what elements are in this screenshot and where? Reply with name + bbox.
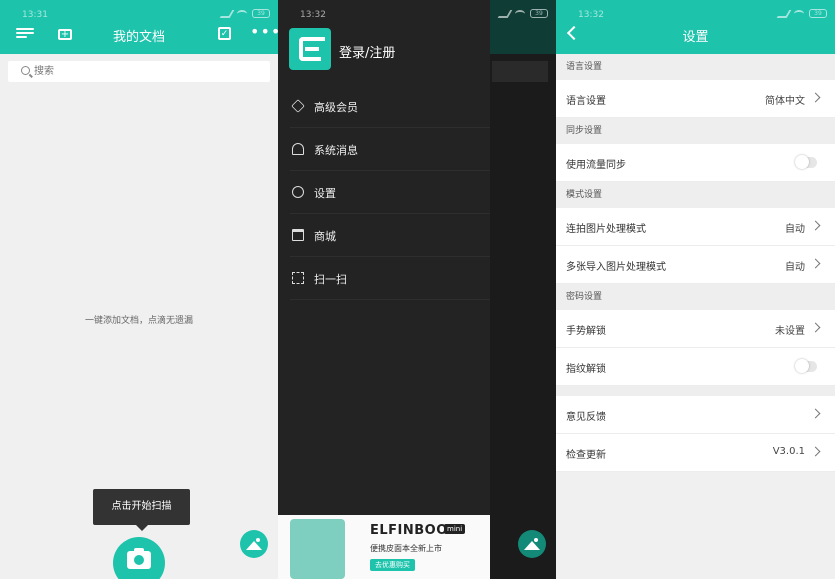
settings-screen: 设置 13:32 39 语言设置 语言设置 简体中文 同步设置 使用流量同步 模…: [556, 0, 835, 579]
menu-item-messages[interactable]: 系统消息: [290, 128, 490, 171]
setting-label: 手势解锁: [566, 326, 606, 337]
section-header: 模式设置: [556, 182, 835, 208]
ad-subtitle: 便携皮面本全新上市: [370, 544, 442, 553]
drawer-menu: 高级会员 系统消息 设置 商城 扫一扫: [278, 85, 490, 300]
battery-icon: 39: [530, 9, 548, 18]
ad-badge: mini: [444, 524, 466, 534]
documents-screen: + 我的文档 ✓ ••• 13:31 39 一键添加文档，点滴无遗漏 点击开始扫…: [0, 0, 278, 579]
scan-icon: [292, 272, 304, 284]
setting-value: 未设置: [775, 326, 805, 337]
setting-feedback[interactable]: 意见反馈: [556, 396, 835, 434]
setting-mobile-data-sync: 使用流量同步: [556, 144, 835, 182]
shop-icon: [292, 229, 304, 241]
menu-item-label: 高级会员: [314, 101, 358, 114]
chevron-right-icon: [810, 258, 821, 269]
app-logo: [289, 28, 331, 70]
login-register-link[interactable]: 登录/注册: [339, 42, 395, 61]
page-title: 设置: [682, 30, 709, 45]
setting-label: 多张导入图片处理模式: [566, 262, 666, 273]
section-gap: [556, 386, 835, 396]
camera-icon: [127, 548, 151, 569]
signal-icon: [219, 9, 235, 18]
setting-value: V3.0.1: [772, 446, 805, 457]
app-screenshots: + 我的文档 ✓ ••• 13:31 39 一键添加文档，点滴无遗漏 点击开始扫…: [0, 0, 835, 579]
setting-check-update[interactable]: 检查更新 V3.0.1: [556, 434, 835, 472]
menu-item-shop[interactable]: 商城: [290, 214, 490, 257]
status-time: 13:31: [22, 10, 48, 20]
bell-icon: [292, 143, 304, 155]
section-header: 密码设置: [556, 284, 835, 310]
battery-icon: 39: [809, 9, 827, 18]
setting-label: 连拍图片处理模式: [566, 224, 646, 235]
setting-fingerprint-lock: 指纹解锁: [556, 348, 835, 386]
ad-banner[interactable]: ELFINBOOK mini 便携皮面本全新上市 去优惠购买: [278, 515, 490, 579]
side-drawer: 登录/注册 高级会员 系统消息 设置 商城 扫一扫 ELFINBOOK mini…: [278, 0, 490, 579]
section-header: 同步设置: [556, 118, 835, 144]
chevron-right-icon: [810, 408, 821, 419]
battery-icon: 39: [252, 9, 270, 18]
setting-value: 简体中文: [765, 96, 805, 107]
menu-item-label: 扫一扫: [314, 273, 347, 286]
setting-value: 自动: [785, 262, 805, 273]
drawer-screen: 登录/注册 高级会员 系统消息 设置 商城 扫一扫 ELFINBOOK mini…: [278, 0, 556, 579]
status-bar: 13:31 39: [0, 0, 278, 26]
chevron-right-icon: [810, 322, 821, 333]
setting-multi-import-mode[interactable]: 多张导入图片处理模式 自动: [556, 246, 835, 284]
setting-gesture-lock[interactable]: 手势解锁 未设置: [556, 310, 835, 348]
setting-burst-mode[interactable]: 连拍图片处理模式 自动: [556, 208, 835, 246]
chevron-right-icon: [810, 92, 821, 103]
notebook-product-image: [290, 519, 345, 579]
section-header: 语言设置: [556, 54, 835, 80]
settings-icon: [292, 186, 304, 198]
status-time: 13:32: [578, 10, 604, 20]
status-bar: 13:32 39: [278, 0, 556, 26]
fingerprint-lock-toggle[interactable]: [795, 359, 817, 373]
ad-buy-button[interactable]: 去优惠购买: [370, 559, 415, 571]
scan-tooltip: 点击开始扫描: [93, 489, 190, 531]
empty-state-text: 一键添加文档，点滴无遗漏: [84, 316, 193, 326]
scan-button[interactable]: [113, 537, 165, 579]
setting-label: 使用流量同步: [566, 160, 626, 171]
setting-label: 检查更新: [566, 450, 606, 461]
diamond-icon: [291, 99, 305, 113]
search-icon: [21, 66, 30, 75]
menu-item-label: 系统消息: [314, 144, 358, 157]
signal-icon: [497, 9, 513, 18]
setting-label: 指纹解锁: [566, 364, 606, 375]
setting-value: 自动: [785, 224, 805, 235]
settings-list: 语言设置 语言设置 简体中文 同步设置 使用流量同步 模式设置 连拍图片处理模式…: [556, 54, 835, 472]
dimmed-search: [492, 61, 548, 82]
status-bar: 13:32 39: [556, 0, 835, 26]
mobile-data-sync-toggle[interactable]: [795, 155, 817, 169]
setting-label: 语言设置: [566, 96, 606, 107]
import-gallery-button[interactable]: [240, 530, 268, 558]
search-input[interactable]: [34, 64, 234, 79]
menu-item-label: 商城: [314, 230, 336, 243]
import-gallery-button-dimmed: [518, 530, 546, 558]
chevron-right-icon: [810, 446, 821, 457]
search-bar[interactable]: [8, 61, 270, 82]
setting-language[interactable]: 语言设置 简体中文: [556, 80, 835, 118]
status-time: 13:32: [300, 10, 326, 20]
gallery-icon: [524, 538, 540, 550]
signal-icon: [776, 9, 792, 18]
menu-item-settings[interactable]: 设置: [290, 171, 490, 214]
menu-item-label: 设置: [314, 187, 336, 200]
menu-item-scan[interactable]: 扫一扫: [290, 257, 490, 300]
multi-select-icon[interactable]: ✓: [218, 27, 231, 40]
wifi-icon: [515, 9, 525, 18]
setting-label: 意见反馈: [566, 412, 606, 423]
wifi-icon: [237, 9, 247, 18]
page-title: 我的文档: [112, 30, 165, 45]
gallery-icon: [246, 538, 262, 550]
wifi-icon: [794, 9, 804, 18]
chevron-right-icon: [810, 220, 821, 231]
menu-item-premium[interactable]: 高级会员: [290, 85, 490, 128]
